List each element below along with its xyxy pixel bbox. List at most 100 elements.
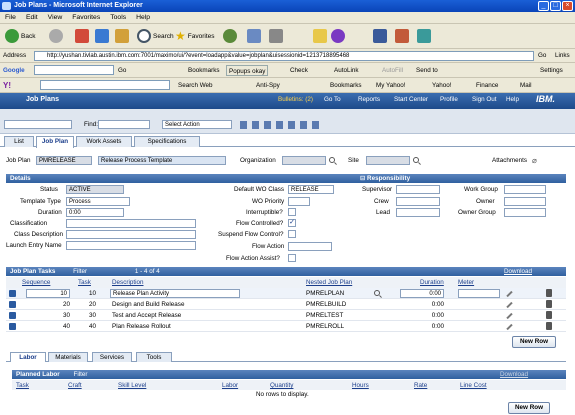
description-input[interactable]: Release Plan Activity: [110, 289, 240, 298]
delete-row-icon[interactable]: [546, 289, 552, 297]
classification-input[interactable]: [66, 219, 196, 228]
default-wo-class-input[interactable]: RELEASE: [288, 185, 334, 194]
start-center-link[interactable]: Start Center: [394, 96, 428, 103]
col-rate[interactable]: Rate: [414, 382, 427, 389]
table-row[interactable]: 10 10 Release Plan Activity PMRELPLAN 0:…: [6, 288, 566, 299]
organization-input[interactable]: [282, 156, 326, 165]
tab-list[interactable]: List: [4, 136, 34, 147]
edit-row-icon[interactable]: [506, 290, 513, 298]
check-button[interactable]: Check: [290, 65, 308, 76]
google-search-input[interactable]: [34, 65, 114, 75]
goto-link[interactable]: Go To: [324, 96, 341, 103]
discuss-button[interactable]: [392, 26, 412, 46]
links-button[interactable]: Links: [555, 52, 570, 59]
duration-input[interactable]: 0:00: [66, 208, 124, 217]
toolbar-action-icons[interactable]: [240, 121, 320, 129]
autolink-button[interactable]: AutoLink: [334, 65, 359, 76]
responsibility-toggle-icon[interactable]: ⊟: [360, 175, 367, 182]
maximize-button[interactable]: □: [550, 1, 561, 11]
site-lookup-icon[interactable]: [413, 157, 419, 163]
back-button[interactable]: Back: [2, 26, 38, 46]
research-button[interactable]: [370, 26, 390, 46]
menu-file[interactable]: File: [0, 12, 21, 24]
menu-favorites[interactable]: Favorites: [67, 12, 105, 24]
col-sequence[interactable]: Sequence: [22, 279, 50, 286]
row-toggle-icon[interactable]: [9, 301, 16, 308]
col-labor[interactable]: Labor: [222, 382, 238, 389]
edit-row-icon[interactable]: [506, 323, 513, 331]
close-button[interactable]: ×: [562, 1, 573, 11]
my-yahoo-button[interactable]: My Yahoo!: [376, 80, 406, 91]
tasks-download-link[interactable]: Download: [504, 267, 532, 276]
messenger-button[interactable]: [328, 26, 348, 46]
home-button[interactable]: [112, 26, 132, 46]
select-action-dropdown[interactable]: Select Action: [162, 120, 232, 129]
history-button[interactable]: [220, 26, 240, 46]
meter-input[interactable]: [458, 289, 500, 298]
yahoo-search-input[interactable]: [40, 80, 170, 90]
edit-button[interactable]: [414, 26, 434, 46]
job-plan-description-input[interactable]: Release Process Template: [98, 156, 226, 165]
owner-group-input[interactable]: [504, 208, 546, 217]
class-description-input[interactable]: [66, 230, 196, 239]
forward-button[interactable]: [46, 26, 66, 46]
stop-button[interactable]: [72, 26, 92, 46]
col-hours[interactable]: Hours: [352, 382, 369, 389]
mail-button[interactable]: [244, 26, 264, 46]
flow-controlled-checkbox[interactable]: ✓: [288, 219, 296, 227]
help-link[interactable]: Help: [506, 96, 519, 103]
edit-row-icon[interactable]: [506, 301, 513, 309]
menu-edit[interactable]: Edit: [21, 12, 43, 24]
autofill-button[interactable]: AutoFill: [382, 65, 403, 76]
tab-job-plan[interactable]: Job Plan: [36, 136, 74, 148]
site-input[interactable]: [366, 156, 410, 165]
labor-download-link[interactable]: Download: [500, 370, 528, 379]
table-row[interactable]: 20 20 Design and Build Release PMRELBUIL…: [6, 299, 566, 310]
lead-input[interactable]: [396, 208, 440, 217]
google-settings-button[interactable]: Settings: [540, 65, 563, 76]
yahoo-mail-button[interactable]: Mail: [520, 80, 532, 91]
app-search-input[interactable]: [4, 120, 72, 129]
subtab-services[interactable]: Services: [92, 352, 132, 362]
labor-new-row-button[interactable]: New Row: [508, 402, 550, 414]
search-button[interactable]: Search: [134, 26, 177, 46]
row-toggle-icon[interactable]: [9, 323, 16, 330]
minimize-button[interactable]: _: [538, 1, 549, 11]
yahoo-button[interactable]: Yahoo!: [432, 80, 452, 91]
tasks-filter-button[interactable]: Filter: [73, 268, 87, 275]
popups-okay-button[interactable]: Popups okay: [226, 65, 269, 76]
col-craft[interactable]: Craft: [68, 382, 82, 389]
col-task[interactable]: Task: [78, 279, 91, 286]
col-duration[interactable]: Duration: [420, 279, 444, 286]
refresh-button[interactable]: [92, 26, 112, 46]
google-go-button[interactable]: Go: [118, 65, 126, 76]
suspend-flow-control-checkbox[interactable]: [288, 230, 296, 238]
interruptible-checkbox[interactable]: [288, 208, 296, 216]
delete-row-icon[interactable]: [546, 322, 552, 330]
folder-button[interactable]: [310, 26, 330, 46]
supervisor-input[interactable]: [396, 185, 440, 194]
job-plan-input[interactable]: PMRELEASE: [36, 156, 92, 165]
col-line-cost[interactable]: Line Cost: [460, 382, 487, 389]
tab-work-assets[interactable]: Work Assets: [76, 136, 132, 147]
find-input[interactable]: [98, 120, 150, 129]
yahoo-search-web-button[interactable]: Search Web: [178, 80, 213, 91]
col-labor-task[interactable]: Task: [16, 382, 29, 389]
profile-link[interactable]: Profile: [440, 96, 458, 103]
col-quantity[interactable]: Quantity: [270, 382, 293, 389]
col-description[interactable]: Description: [112, 279, 144, 286]
work-group-input[interactable]: [504, 185, 546, 194]
yahoo-bookmarks-button[interactable]: Bookmarks: [330, 80, 362, 91]
finance-button[interactable]: Finance: [476, 80, 498, 91]
flow-action-assist-checkbox[interactable]: [288, 254, 296, 262]
owner-input[interactable]: [504, 197, 546, 206]
duration-input[interactable]: 0:00: [400, 289, 444, 298]
delete-row-icon[interactable]: [546, 300, 552, 308]
tab-specifications[interactable]: Specifications: [134, 136, 200, 147]
sequence-input[interactable]: 10: [26, 289, 70, 298]
table-row[interactable]: 40 40 Plan Release Rollout PMRELROLL 0:0…: [6, 321, 566, 332]
paperclip-icon[interactable]: ⌀: [532, 156, 537, 165]
delete-row-icon[interactable]: [546, 311, 552, 319]
subtab-labor[interactable]: Labor: [10, 352, 46, 362]
row-toggle-icon[interactable]: [9, 290, 16, 297]
